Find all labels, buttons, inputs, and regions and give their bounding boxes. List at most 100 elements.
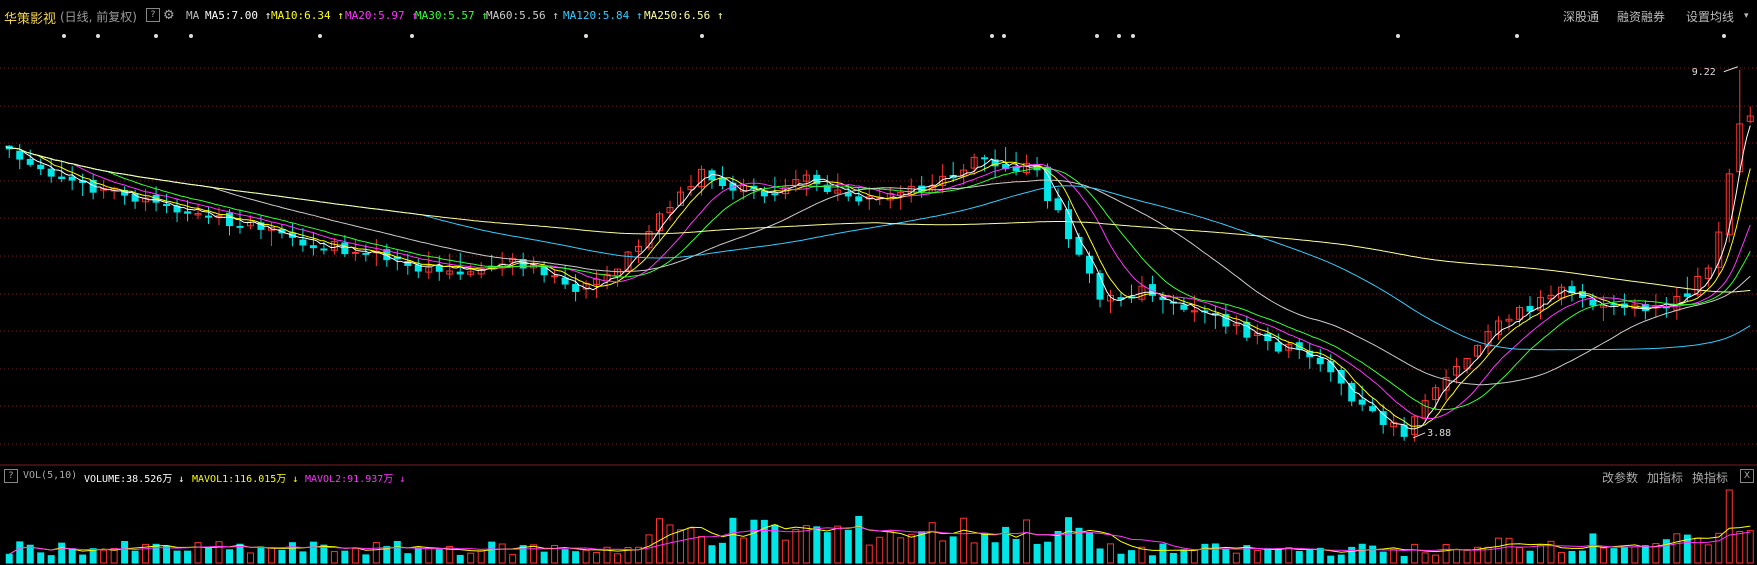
event-marker [990,34,994,38]
volume-bar [1190,549,1198,564]
link-change-params[interactable]: 改参数 [1602,469,1638,486]
volume-bar [1253,549,1261,564]
vol-help-button[interactable]: ? [4,469,18,483]
volume-bar [1086,532,1094,564]
volume-bar [205,547,213,564]
candle-body [855,196,863,202]
volume-bar [844,529,852,564]
volume-bar [1054,530,1062,564]
candle-body [1316,357,1324,365]
volume-bar [907,534,915,564]
volume-bar [1568,550,1576,564]
volume-bar [246,552,254,564]
volume-bar [372,542,380,564]
volume-bar [163,545,171,564]
vol-label-2: MAVOL2:91.937万 ↓ [305,474,406,485]
volume-bar [1610,548,1618,564]
volume-bar [79,554,87,564]
volume-bar [121,540,129,564]
volume-bar [194,542,202,564]
volume-bar [1662,539,1670,564]
volume-bar [760,519,768,564]
volume-bar [718,542,726,564]
event-marker [96,34,100,38]
volume-bar [708,545,716,564]
volume-bar [236,543,244,564]
candle-body [47,168,55,177]
ma-line-5 [5,125,1751,430]
candle-body [26,158,34,165]
link-add-indicator[interactable]: 加指标 [1647,469,1683,486]
volume-bar [1012,538,1020,564]
low-price-label: 3.88 [1427,428,1451,439]
volume-bar [1411,543,1419,564]
candle-body [163,204,171,207]
event-marker [1095,34,1099,38]
volume-bar [1432,554,1440,564]
volume-header: ? VOL(5,10) VOLUME:38.526万 ↓ MAVOL1:116.0… [0,466,1757,486]
candle-body [718,177,726,186]
volume-bar [47,555,55,564]
volume-bar [1285,547,1293,564]
volume-bar [5,553,13,564]
volume-bar [1442,544,1450,564]
volume-bar [1673,533,1681,564]
ma-line-250 [5,146,1751,293]
volume-bar [1211,543,1219,564]
event-marker [1117,34,1121,38]
link-switch-indicator[interactable]: 换指标 [1692,469,1728,486]
candle-body [236,225,244,228]
volume-bar [855,515,863,564]
volume-bar [37,552,45,564]
volume-bar [257,546,265,564]
volume-bar [1578,550,1586,564]
candle-body [205,215,213,218]
volume-bar [488,541,496,564]
volume-bar [1736,530,1744,564]
volume-bar [173,550,181,564]
volume-bar [1023,519,1031,564]
volume-bar [1536,544,1544,564]
volume-bar [1106,543,1114,564]
volume-bar [1295,551,1303,564]
close-icon[interactable]: X [1740,469,1754,483]
volume-bar [1264,548,1272,564]
volume-bar [981,532,989,564]
volume-bar [697,536,705,564]
candle-body [16,150,24,160]
volume-bar [1599,547,1607,564]
candle-body [341,242,349,255]
volume-bar [614,553,622,564]
volume-bar [278,549,286,564]
volume-bar [729,517,737,564]
candle-body [299,239,307,246]
ma-line-120 [5,146,1751,351]
volume-bar [467,552,475,564]
candle-body [771,193,779,196]
volume-bar [225,549,233,564]
candle-body [981,157,989,160]
candle-body [572,284,580,292]
vol-params: VOL(5,10) [23,470,78,481]
volume-bar [509,554,517,564]
volume-bar [477,550,485,564]
volume-bar [1159,543,1167,564]
volume-bar [1337,554,1345,564]
volume-bar [16,541,24,564]
candle-body [68,176,76,181]
volume-bar [425,547,433,564]
volume-bar [1127,550,1135,564]
event-marker [584,34,588,38]
candle-body [362,252,370,255]
volume-bar [1379,551,1387,564]
candle-body [1358,399,1366,405]
high-price-label: 9.22 [1692,67,1716,78]
candle-body [58,176,66,180]
volume-bar [1327,555,1335,564]
volume-bar [918,531,926,564]
event-marker [700,34,704,38]
volume-bar [792,529,800,564]
volume-bar [404,553,412,564]
volume-bar [393,540,401,564]
volume-bar [1516,547,1524,564]
